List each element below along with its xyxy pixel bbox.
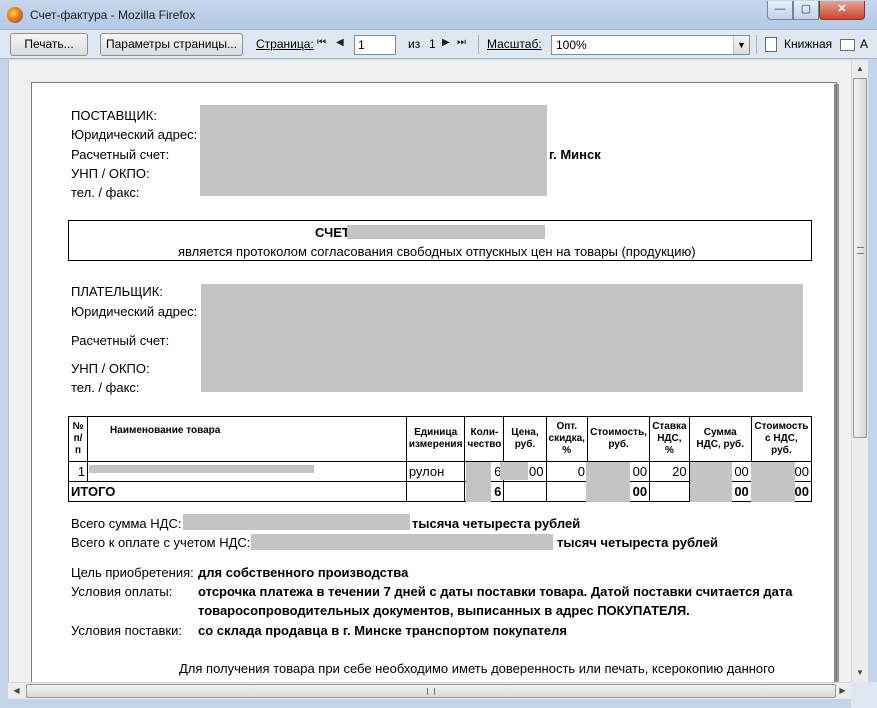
close-button[interactable]: ✕: [819, 1, 865, 20]
redaction-block: [586, 462, 630, 502]
scroll-left-icon[interactable]: ◀: [8, 683, 25, 699]
payer-address-label: Юридический адрес:: [71, 304, 198, 319]
empty-cell: [405, 481, 466, 502]
next-page-icon[interactable]: ▶: [442, 37, 450, 48]
payment-terms-label: Условия оплаты:: [71, 584, 173, 599]
scroll-right-icon[interactable]: ▶: [834, 683, 851, 699]
print-preview-toolbar: Печать... Параметры страницы... Страница…: [0, 30, 877, 59]
empty-cell: [503, 481, 547, 502]
redaction-block: [690, 462, 732, 502]
chevron-down-icon[interactable]: ▼: [733, 36, 749, 54]
redaction-block: [183, 514, 410, 530]
landscape-icon[interactable]: [840, 39, 855, 51]
scale-label: Масштаб:: [487, 37, 542, 51]
firefox-icon: [7, 7, 23, 23]
print-button[interactable]: Печать...: [10, 33, 88, 56]
scale-value: 100%: [556, 38, 587, 52]
vat-total-label: Всего сумма НДС:: [71, 516, 182, 531]
page-edge: [834, 84, 836, 682]
pay-total-words: тысяч четыреста рублей: [557, 535, 718, 550]
grip-icon: [427, 688, 435, 695]
prev-page-icon[interactable]: ◀: [336, 37, 344, 48]
scale-select[interactable]: 100% ▼: [551, 35, 750, 55]
header-cell: Цена, руб.: [503, 416, 547, 462]
supplier-unp-label: УНП / ОКПО:: [71, 166, 150, 181]
window-border: [0, 59, 8, 708]
window-title: Счет-фактура - Mozilla Firefox: [30, 8, 196, 22]
page-label: Страница:: [256, 37, 314, 51]
delivery-terms-label: Условия поставки:: [71, 623, 182, 638]
redaction-block: [89, 465, 314, 473]
payer-phone-label: тел. / факс:: [71, 380, 140, 395]
horizontal-scrollbar[interactable]: ◀ ▶: [8, 682, 851, 699]
window-border: [0, 699, 877, 708]
portrait-label[interactable]: Книжная: [784, 37, 832, 51]
grip-icon: [857, 247, 864, 254]
minimize-button[interactable]: —: [767, 1, 793, 20]
redaction-block: [500, 462, 528, 480]
portrait-icon[interactable]: [765, 37, 777, 52]
empty-cell: [545, 481, 588, 502]
purpose-label: Цель приобретения:: [71, 565, 194, 580]
footer-note: Для получения товара при себе необходимо…: [179, 661, 775, 676]
landscape-label[interactable]: А: [860, 37, 868, 51]
of-label: из: [408, 37, 421, 51]
purpose-value: для собственного производства: [198, 565, 409, 580]
supplier-address-label: Юридический адрес:: [71, 127, 198, 142]
scroll-up-icon[interactable]: ▲: [852, 60, 868, 77]
header-cell: Наименование товара: [87, 416, 407, 462]
delivery-terms-value: со склада продавца в г. Минске транспорт…: [198, 623, 567, 638]
supplier-account-label: Расчетный счет:: [71, 147, 170, 162]
header-cell: Стоимость, руб.: [586, 416, 651, 462]
supplier-phone-label: тел. / факс:: [71, 185, 140, 200]
payment-terms-line1: отсрочка платежа в течении 7 дней с даты…: [198, 584, 793, 599]
scroll-down-icon[interactable]: ▼: [852, 664, 868, 681]
total-label: ИТОГО: [68, 481, 407, 502]
cell-discount: 0: [545, 461, 588, 482]
page-number-input[interactable]: 1: [354, 35, 396, 55]
header-cell: Опт. скидка, %: [545, 416, 588, 462]
redaction-block: [201, 284, 803, 392]
toolbar-separator: [756, 35, 757, 54]
maximize-button[interactable]: ▢: [793, 1, 819, 20]
table-header-row: № п/п Наименование товара Единица измере…: [67, 416, 813, 462]
scroll-corner: [851, 682, 877, 708]
header-cell: Коли-чество: [464, 416, 505, 462]
cell-num: 1: [67, 461, 89, 482]
redaction-block: [347, 225, 545, 239]
header-cell: Единица измерения: [405, 416, 466, 462]
pay-total-label: Всего к оплате с учетом НДС:: [71, 535, 251, 550]
cell-unit: рулон: [405, 461, 466, 482]
payer-heading: ПЛАТЕЛЬЩИК:: [71, 284, 163, 299]
redaction-block: [251, 534, 553, 550]
supplier-heading: ПОСТАВЩИК:: [71, 108, 157, 123]
empty-cell: [649, 481, 690, 502]
payer-unp-label: УНП / ОКПО:: [71, 361, 150, 376]
header-cell: Ставка НДС, %: [649, 416, 690, 462]
window-border: [868, 59, 877, 708]
vertical-scrollbar[interactable]: ▲ ▼: [851, 60, 868, 682]
payment-terms-line2: товаросопроводительных документов, выпис…: [198, 603, 690, 618]
redaction-block: [751, 462, 795, 502]
first-page-icon[interactable]: ⏮: [317, 37, 326, 48]
last-page-icon[interactable]: ⏭: [457, 37, 466, 48]
horizontal-scroll-thumb[interactable]: [26, 684, 836, 698]
header-cell: Стоимость с НДС, руб.: [750, 416, 813, 462]
vertical-scroll-thumb[interactable]: [853, 78, 867, 438]
header-cell: № п/п: [67, 416, 89, 462]
payer-account-label: Расчетный счет:: [71, 333, 170, 348]
invoice-subtitle: является протоколом согласования свободн…: [178, 244, 696, 259]
cell-vat-rate: 20: [649, 461, 690, 482]
redaction-block: [200, 105, 547, 196]
title-bar: Счет-фактура - Mozilla Firefox — ▢ ✕: [0, 0, 877, 30]
header-cell: Сумма НДС, руб.: [688, 416, 752, 462]
total-pages: 1: [429, 37, 436, 51]
invoice-title: СЧЕТ: [315, 225, 350, 240]
vat-total-words: тысяча четыреста рублей: [412, 516, 581, 531]
supplier-city: г. Минск: [549, 147, 601, 162]
page-setup-button[interactable]: Параметры страницы...: [100, 33, 243, 56]
toolbar-separator: [478, 35, 479, 54]
redaction-block: [466, 462, 491, 502]
